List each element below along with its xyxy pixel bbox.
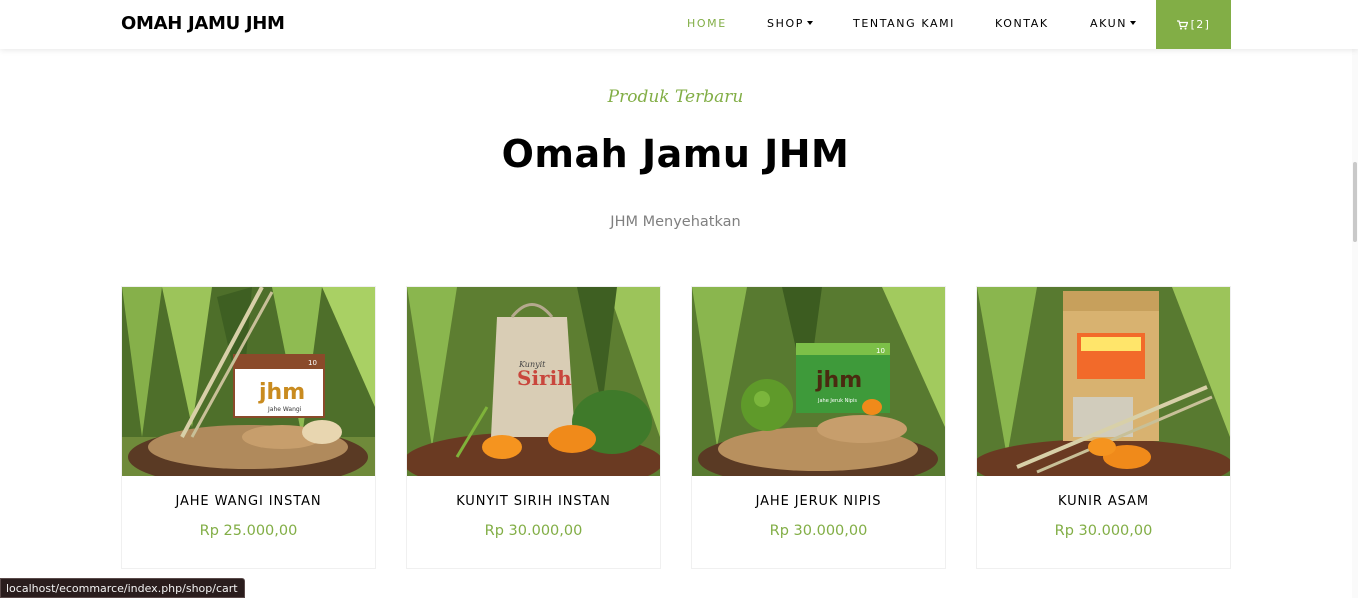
svg-text:Jahe Wangi: Jahe Wangi: [267, 406, 302, 413]
nav-shop-label: SHOP: [767, 17, 804, 30]
nav-tentang-kami-label: TENTANG KAMI: [853, 17, 956, 30]
svg-text:Jahe Jeruk Nipis: Jahe Jeruk Nipis: [817, 398, 857, 404]
nav-shop[interactable]: SHOP: [767, 17, 813, 30]
nav-akun[interactable]: AKUN: [1090, 17, 1137, 30]
cart-button[interactable]: [2]: [1156, 0, 1231, 49]
product-image[interactable]: [977, 287, 1230, 476]
nav-akun-label: AKUN: [1090, 17, 1128, 30]
cart-icon: [1176, 19, 1188, 30]
navbar: OMAH JAMU JHM HOME SHOP TENTANG KAMI KON…: [0, 0, 1358, 49]
svg-text:10: 10: [876, 347, 885, 355]
product-card[interactable]: jhm Jahe Wangi 10 JAHE WANGI INSTAN Rp 2…: [121, 286, 376, 569]
product-image[interactable]: Kunyit Sirih: [407, 287, 660, 476]
chevron-down-icon: [806, 21, 813, 25]
svg-text:Sirih: Sirih: [517, 366, 572, 390]
product-name[interactable]: JAHE JERUK NIPIS: [692, 494, 945, 509]
cart-count: [2]: [1190, 18, 1211, 31]
nav-home[interactable]: HOME: [687, 17, 727, 30]
product-name[interactable]: JAHE WANGI INSTAN: [122, 494, 375, 509]
scrollbar-thumb[interactable]: [1353, 162, 1357, 242]
section-subheading: Produk Terbaru: [607, 87, 744, 107]
nav-kontak[interactable]: KONTAK: [995, 17, 1049, 30]
product-image[interactable]: jhm Jahe Wangi 10: [122, 287, 375, 476]
brand-logo[interactable]: OMAH JAMU JHM: [121, 13, 285, 34]
product-card[interactable]: KUNIR ASAM Rp 30.000,00: [976, 286, 1231, 569]
svg-text:10: 10: [308, 359, 317, 367]
browser-status-url: localhost/ecommarce/index.php/shop/cart: [0, 578, 245, 598]
page-title: Omah Jamu JHM: [501, 132, 850, 176]
chevron-down-icon: [1130, 21, 1137, 25]
nav-tentang-kami[interactable]: TENTANG KAMI: [853, 17, 955, 30]
svg-text:jhm: jhm: [258, 380, 305, 405]
svg-text:jhm: jhm: [815, 368, 862, 393]
product-card[interactable]: Kunyit Sirih KUNYIT SIRIH INSTAN Rp 30.0…: [406, 286, 661, 569]
nav-home-label: HOME: [687, 17, 727, 30]
product-name[interactable]: KUNIR ASAM: [977, 494, 1230, 509]
product-price: Rp 30.000,00: [769, 523, 868, 539]
product-price: Rp 25.000,00: [199, 523, 298, 539]
product-price: Rp 30.000,00: [1054, 523, 1153, 539]
scrollbar[interactable]: [1352, 0, 1358, 598]
product-card[interactable]: jhm Jahe Jeruk Nipis 10 JAHE JERUK NIPIS…: [691, 286, 946, 569]
tagline: JHM Menyehatkan: [610, 214, 741, 230]
nav-kontak-label: KONTAK: [995, 17, 1049, 30]
product-price: Rp 30.000,00: [484, 523, 583, 539]
product-image[interactable]: jhm Jahe Jeruk Nipis 10: [692, 287, 945, 476]
product-name[interactable]: KUNYIT SIRIH INSTAN: [407, 494, 660, 509]
